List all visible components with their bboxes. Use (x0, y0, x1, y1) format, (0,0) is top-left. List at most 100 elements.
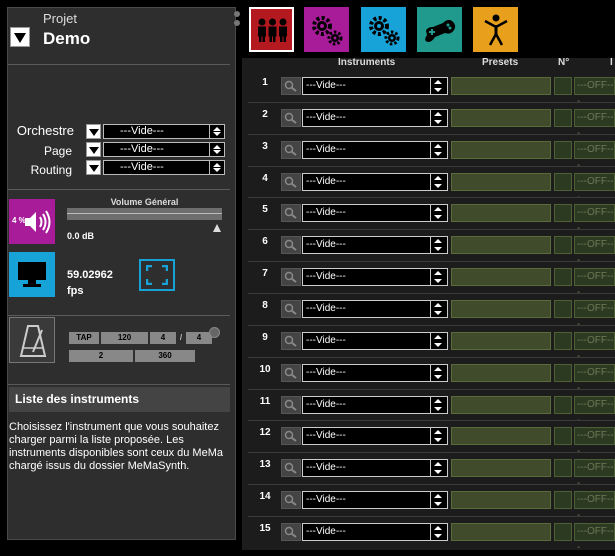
instrument-search-button[interactable] (281, 427, 301, 445)
instrument-state[interactable]: ---OFF--- (574, 236, 615, 266)
mute-button[interactable]: 4 % (9, 199, 55, 244)
preset-select[interactable] (451, 77, 551, 95)
instrument-state[interactable]: ---OFF--- (574, 173, 615, 203)
instrument-select[interactable]: ---Vide--- (302, 173, 448, 191)
preset-select[interactable] (451, 173, 551, 191)
instrument-select[interactable]: ---Vide--- (302, 204, 448, 222)
routing-select[interactable]: ---Vide--- (103, 160, 225, 175)
instrument-select[interactable]: ---Vide--- (302, 109, 448, 127)
instrument-state[interactable]: ---OFF--- (574, 204, 615, 234)
instrument-state[interactable]: ---OFF--- (574, 332, 615, 362)
preset-select[interactable] (451, 300, 551, 318)
instrument-search-button[interactable] (281, 204, 301, 222)
instrument-search-button[interactable] (281, 300, 301, 318)
bars-field[interactable]: 2 (69, 350, 133, 362)
beats-field[interactable]: 4 (150, 332, 176, 344)
instrument-state[interactable]: ---OFF--- (574, 300, 615, 330)
instrument-search-button[interactable] (281, 77, 301, 95)
page-toggle-button[interactable] (86, 142, 101, 157)
preset-number-field[interactable] (554, 491, 572, 509)
preset-select[interactable] (451, 204, 551, 222)
preset-number-field[interactable] (554, 364, 572, 382)
instrument-search-button[interactable] (281, 268, 301, 286)
project-toggle-button[interactable] (10, 27, 30, 47)
instrument-search-button[interactable] (281, 523, 301, 541)
preset-number-field[interactable] (554, 236, 572, 254)
preset-number-field[interactable] (554, 109, 572, 127)
instrument-state[interactable]: ---OFF--- (574, 491, 615, 521)
instrument-search-button[interactable] (281, 396, 301, 414)
preset-number-field[interactable] (554, 523, 572, 541)
preset-number-field[interactable] (554, 427, 572, 445)
instrument-select[interactable]: ---Vide--- (302, 332, 448, 350)
volume-slider[interactable] (67, 208, 222, 220)
preset-number-field[interactable] (554, 396, 572, 414)
instrument-select[interactable]: ---Vide--- (302, 523, 448, 541)
preset-select[interactable] (451, 491, 551, 509)
preset-select[interactable] (451, 109, 551, 127)
tap-tempo-button[interactable]: TAP (69, 332, 99, 344)
preset-select[interactable] (451, 459, 551, 477)
preset-select[interactable] (451, 332, 551, 350)
volume-slider-thumb[interactable] (213, 224, 221, 232)
instrument-state[interactable]: ---OFF--- (574, 364, 615, 394)
updown-arrow-icon (209, 143, 224, 156)
preset-select[interactable] (451, 523, 551, 541)
fullscreen-button[interactable] (139, 259, 175, 291)
instrument-state[interactable]: ---OFF--- (574, 396, 615, 426)
beat-unit-field[interactable]: 4 (186, 332, 212, 344)
preset-select[interactable] (451, 268, 551, 286)
preset-number-field[interactable] (554, 77, 572, 95)
instrument-state[interactable]: ---OFF--- (574, 427, 615, 457)
metronome-button[interactable] (9, 317, 55, 363)
preset-number-field[interactable] (554, 459, 572, 477)
preset-number-field[interactable] (554, 204, 572, 222)
instrument-search-button[interactable] (281, 459, 301, 477)
instrument-select[interactable]: ---Vide--- (302, 77, 448, 95)
ticks-field[interactable]: 360 (135, 350, 195, 362)
instrument-state[interactable]: ---OFF--- (574, 109, 615, 139)
tab-settings-purple[interactable] (304, 7, 349, 52)
instrument-search-button[interactable] (281, 109, 301, 127)
instrument-state[interactable]: ---OFF--- (574, 77, 615, 107)
instrument-state[interactable]: ---OFF--- (574, 141, 615, 171)
preset-number-field[interactable] (554, 173, 572, 191)
instrument-select[interactable]: ---Vide--- (302, 491, 448, 509)
display-button[interactable] (9, 252, 55, 297)
preset-number-field[interactable] (554, 268, 572, 286)
tab-accessibility[interactable] (473, 7, 518, 52)
tab-gamepad[interactable] (417, 7, 462, 52)
instrument-select[interactable]: ---Vide--- (302, 268, 448, 286)
preset-select[interactable] (451, 141, 551, 159)
bpm-field[interactable]: 120 (101, 332, 148, 344)
instrument-select[interactable]: ---Vide--- (302, 396, 448, 414)
page-select[interactable]: ---Vide--- (103, 142, 225, 157)
tab-orchestra[interactable] (249, 7, 294, 52)
preset-number-field[interactable] (554, 332, 572, 350)
instrument-search-button[interactable] (281, 491, 301, 509)
orchestre-select[interactable]: ---Vide--- (103, 124, 225, 139)
preset-select[interactable] (451, 396, 551, 414)
instrument-state[interactable]: ---OFF--- (574, 268, 615, 298)
instrument-select[interactable]: ---Vide--- (302, 300, 448, 318)
preset-select[interactable] (451, 427, 551, 445)
instrument-search-button[interactable] (281, 173, 301, 191)
preset-number-field[interactable] (554, 141, 572, 159)
orchestre-toggle-button[interactable] (86, 124, 101, 139)
instrument-search-button[interactable] (281, 364, 301, 382)
instrument-state[interactable]: ---OFF--- (574, 523, 615, 553)
instrument-state[interactable]: ---OFF--- (574, 459, 615, 489)
tab-settings-blue[interactable] (361, 7, 406, 52)
routing-toggle-button[interactable] (86, 160, 101, 175)
instrument-select[interactable]: ---Vide--- (302, 236, 448, 254)
instrument-select[interactable]: ---Vide--- (302, 364, 448, 382)
instrument-select[interactable]: ---Vide--- (302, 141, 448, 159)
instrument-search-button[interactable] (281, 236, 301, 254)
instrument-select[interactable]: ---Vide--- (302, 459, 448, 477)
instrument-search-button[interactable] (281, 332, 301, 350)
instrument-search-button[interactable] (281, 141, 301, 159)
preset-select[interactable] (451, 236, 551, 254)
preset-number-field[interactable] (554, 300, 572, 318)
instrument-select[interactable]: ---Vide--- (302, 427, 448, 445)
preset-select[interactable] (451, 364, 551, 382)
